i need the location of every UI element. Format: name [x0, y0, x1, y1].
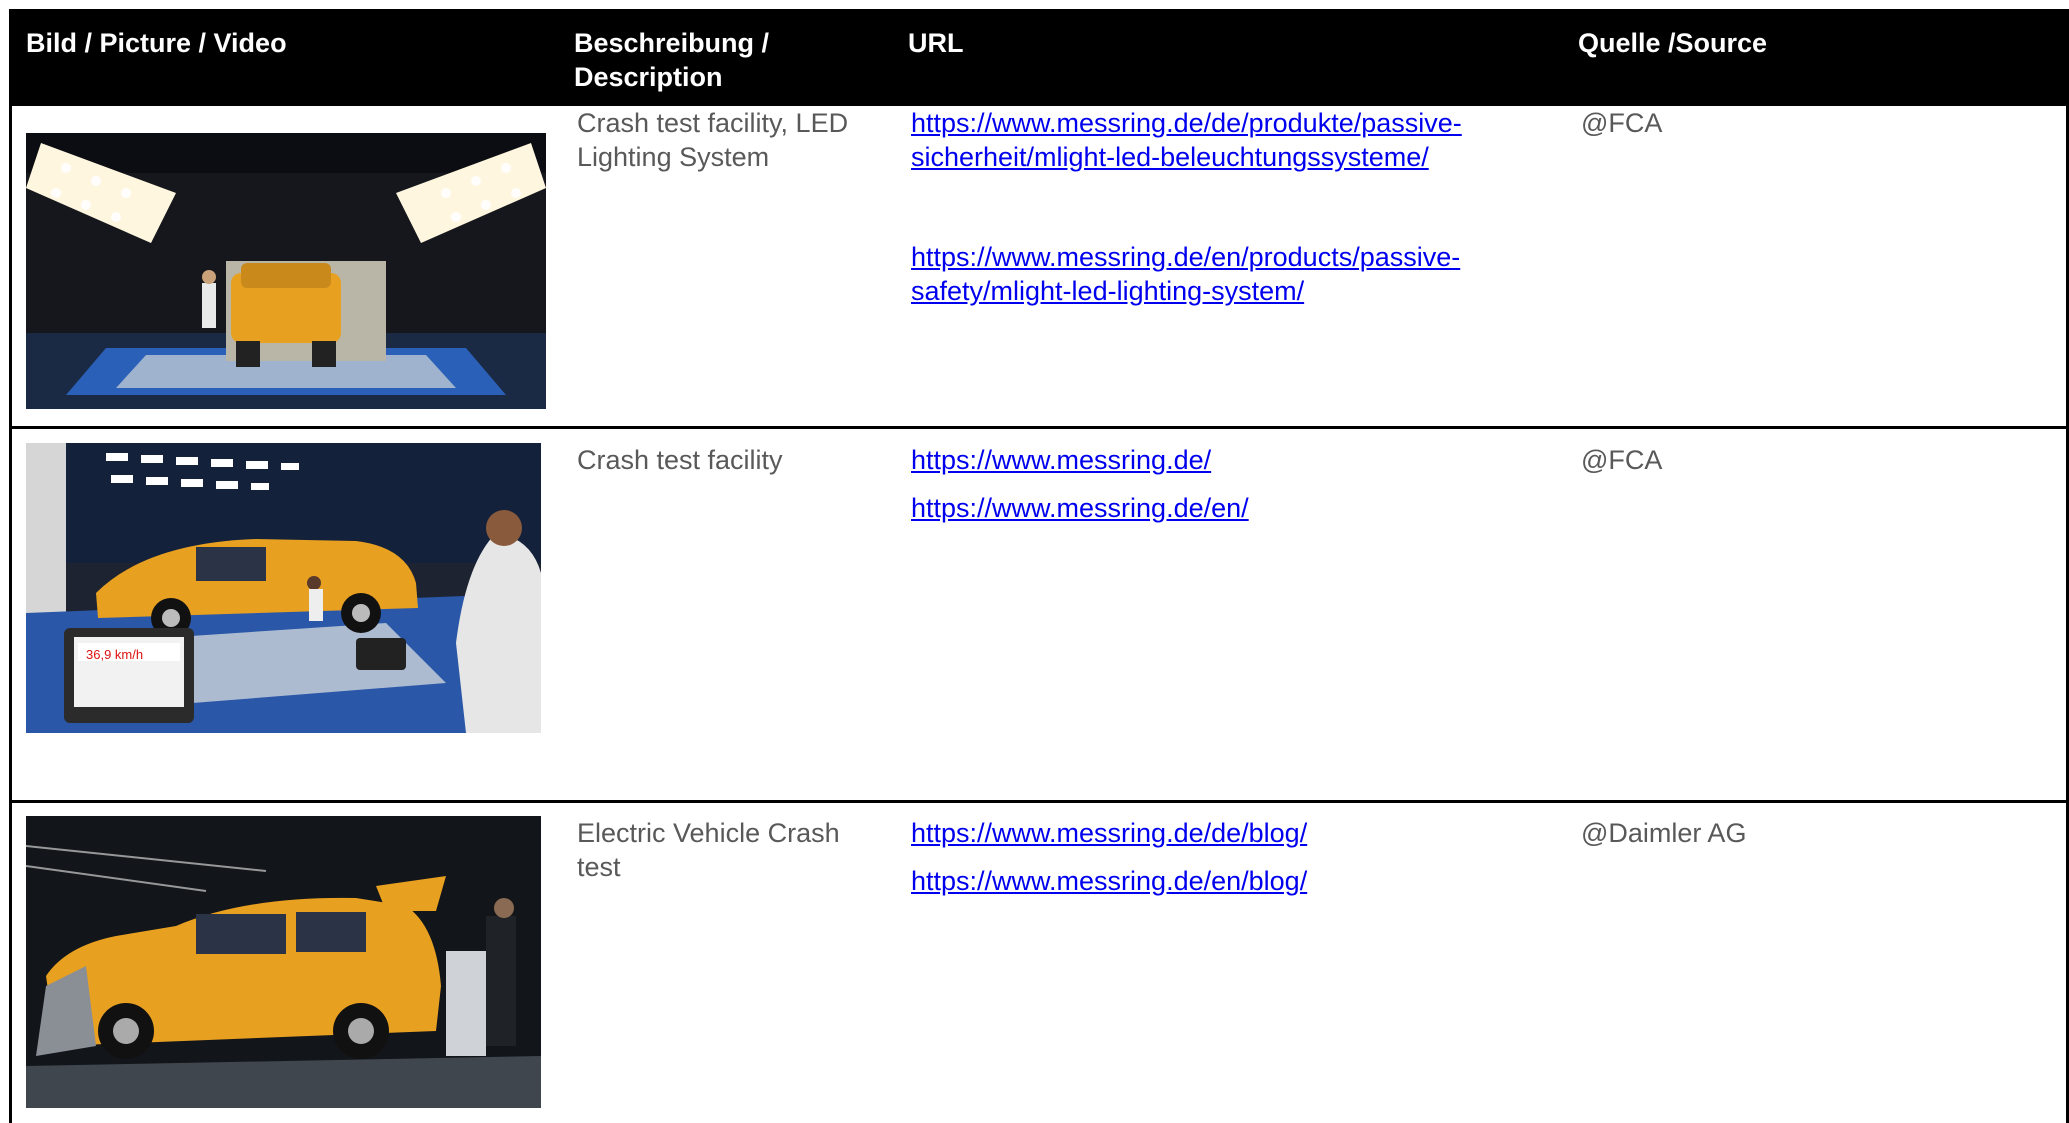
row-description: Crash test facility: [577, 443, 783, 477]
electric-vehicle-crash-photo: [26, 816, 541, 1108]
description-line1: Electric Vehicle Crash: [577, 818, 840, 848]
link-messring-home-de[interactable]: https://www.messring.de/: [911, 443, 1211, 477]
table-header: Bild / Picture / Video Beschreibung / De…: [9, 9, 2069, 106]
row-source: @FCA: [1581, 445, 1663, 475]
link-line1[interactable]: https://www.messring.de/en/products/pass…: [911, 240, 1460, 274]
header-description: Beschreibung / Description: [574, 26, 769, 94]
link-line1[interactable]: https://www.messring.de/de/produkte/pass…: [911, 106, 1462, 140]
table-row: Crash test facility, LED Lighting System…: [9, 106, 2069, 429]
row-source: @FCA: [1581, 108, 1663, 138]
description-line1: Crash test facility: [577, 445, 783, 475]
crash-test-facility-photo: 36,9 km/h: [26, 443, 541, 733]
speed-readout: 36,9 km/h: [86, 647, 143, 662]
description-line2: test: [577, 852, 621, 882]
table-row: 36,9 km/h Crash test facility https://ww…: [9, 429, 2069, 803]
link-messring-blog-en[interactable]: https://www.messring.de/en/blog/: [911, 864, 1307, 898]
header-description-line1: Beschreibung /: [574, 28, 770, 58]
link-line2[interactable]: sicherheit/mlight-led-beleuchtungssystem…: [911, 140, 1462, 174]
crash-test-led-lighting-photo: [26, 133, 546, 409]
media-table: Bild / Picture / Video Beschreibung / De…: [9, 9, 2069, 1123]
description-line2: Lighting System: [577, 142, 770, 172]
link-messring-en-led[interactable]: https://www.messring.de/en/products/pass…: [911, 240, 1460, 308]
row-description: Crash test facility, LED Lighting System: [577, 106, 848, 174]
link-messring-home-en[interactable]: https://www.messring.de/en/: [911, 491, 1249, 525]
link-messring-de-led[interactable]: https://www.messring.de/de/produkte/pass…: [911, 106, 1462, 174]
link-line2[interactable]: safety/mlight-led-lighting-system/: [911, 274, 1460, 308]
description-line1: Crash test facility, LED: [577, 108, 849, 138]
header-source: Quelle /Source: [1578, 28, 1768, 58]
table-row: Electric Vehicle Crash test https://www.…: [9, 803, 2069, 1123]
link-messring-blog-de[interactable]: https://www.messring.de/de/blog/: [911, 816, 1307, 850]
row-description: Electric Vehicle Crash test: [577, 816, 840, 884]
header-description-line2: Description: [574, 62, 723, 92]
header-url: URL: [908, 28, 964, 58]
header-picture: Bild / Picture / Video: [26, 28, 287, 58]
row-source: @Daimler AG: [1581, 818, 1747, 848]
